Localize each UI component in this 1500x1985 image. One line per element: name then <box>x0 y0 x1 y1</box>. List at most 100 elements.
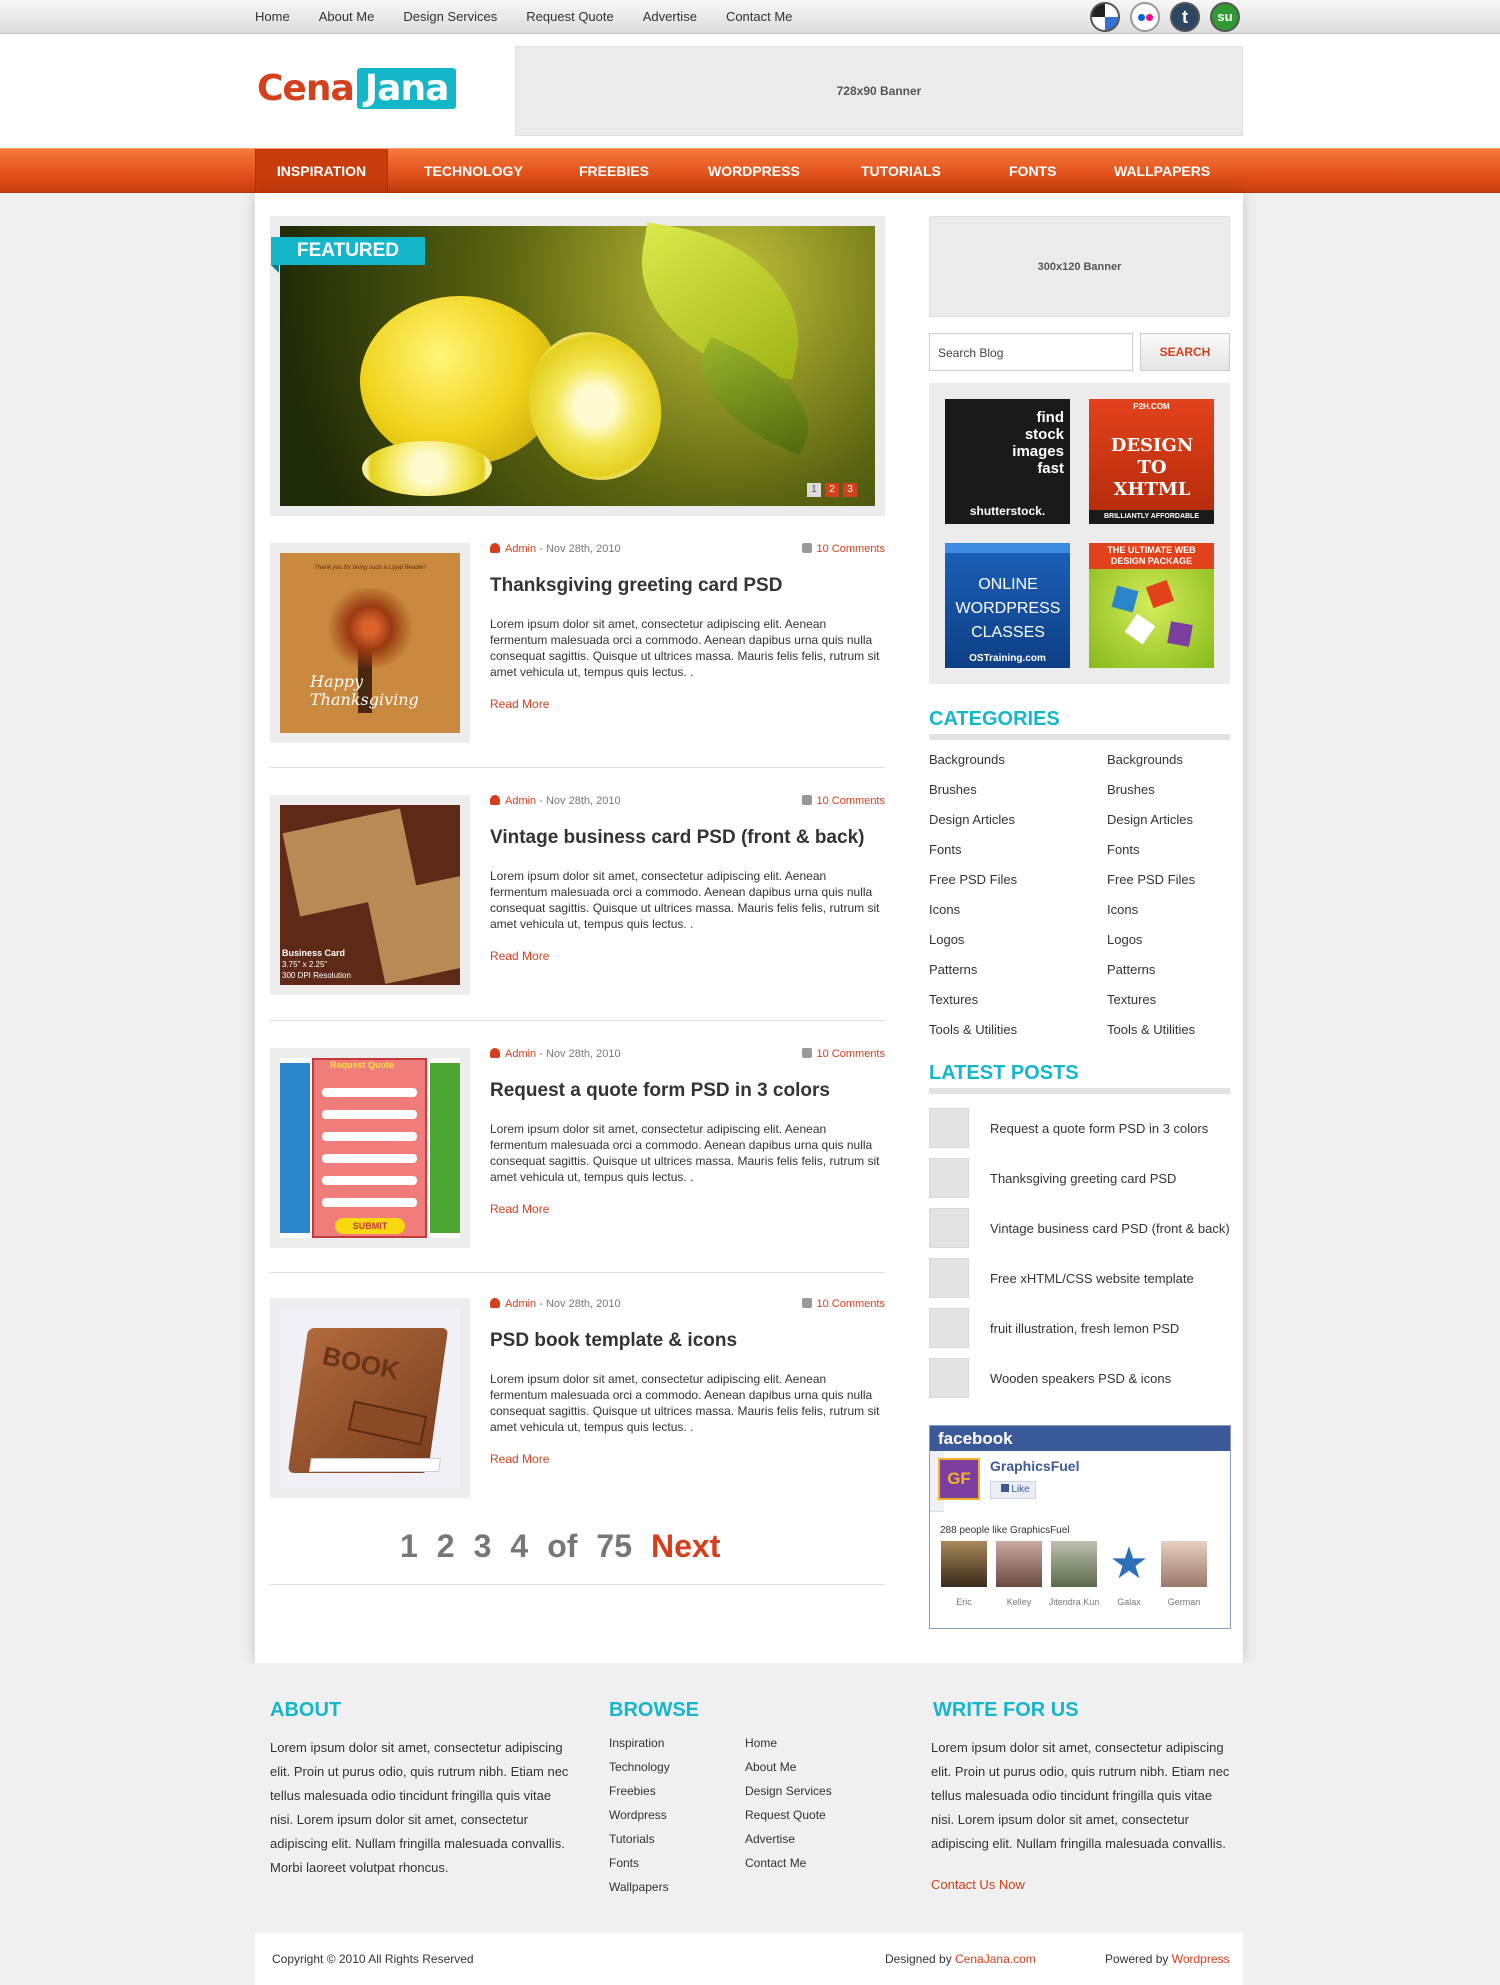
category-link[interactable]: Logos <box>929 932 964 947</box>
nav-wordpress[interactable]: WORDPRESS <box>708 149 800 193</box>
latest-post-item[interactable]: Request a quote form PSD in 3 colors <box>929 1108 1230 1148</box>
footer-browse-link[interactable]: Inspiration <box>609 1736 664 1750</box>
delicious-icon[interactable] <box>1090 2 1120 32</box>
read-more-link[interactable]: Read More <box>490 1202 549 1216</box>
category-link[interactable]: Backgrounds <box>1107 752 1183 767</box>
category-link[interactable]: Fonts <box>1107 842 1140 857</box>
category-link[interactable]: Textures <box>929 992 978 1007</box>
fan-avatar[interactable] <box>941 1541 987 1587</box>
post-author[interactable]: Admin <box>505 1048 536 1060</box>
contact-us-link[interactable]: Contact Us Now <box>931 1877 1025 1892</box>
flickr-icon[interactable] <box>1130 2 1160 32</box>
footer-page-link[interactable]: Home <box>745 1736 777 1750</box>
post-comments[interactable]: 10 Comments <box>801 1298 885 1310</box>
banner-300x120[interactable]: 300x120 Banner <box>929 216 1230 317</box>
category-link[interactable]: Free PSD Files <box>1107 872 1195 887</box>
ad-ostraining[interactable]: ONLINE WORDPRESS CLASSES OSTraining.com <box>945 543 1070 668</box>
nav-tutorials[interactable]: TUTORIALS <box>861 149 941 193</box>
next-page-link[interactable]: Next <box>651 1528 720 1565</box>
category-link[interactable]: Icons <box>1107 902 1138 917</box>
latest-post-title[interactable]: Request a quote form PSD in 3 colors <box>990 1121 1208 1136</box>
top-nav-about[interactable]: About Me <box>319 9 375 24</box>
read-more-link[interactable]: Read More <box>490 1452 549 1466</box>
page-1-link[interactable]: 1 <box>400 1528 418 1565</box>
latest-post-item[interactable]: Thanksgiving greeting card PSD <box>929 1158 1230 1198</box>
page-3-link[interactable]: 3 <box>474 1528 492 1565</box>
fan-name[interactable]: Eric <box>936 1597 992 1607</box>
category-link[interactable]: Brushes <box>1107 782 1155 797</box>
stumbleupon-icon[interactable]: su <box>1210 2 1240 32</box>
nav-technology[interactable]: TECHNOLOGY <box>424 149 523 193</box>
latest-post-title[interactable]: Thanksgiving greeting card PSD <box>990 1171 1176 1186</box>
post-title[interactable]: Request a quote form PSD in 3 colors <box>490 1080 885 1102</box>
footer-page-link[interactable]: Design Services <box>745 1784 832 1798</box>
slider-page-1[interactable]: 1 <box>807 483 821 497</box>
footer-browse-link[interactable]: Fonts <box>609 1856 639 1870</box>
banner-728x90[interactable]: 728x90 Banner <box>515 46 1243 136</box>
slider-page-2[interactable]: 2 <box>825 483 839 497</box>
read-more-link[interactable]: Read More <box>490 949 549 963</box>
nav-inspiration[interactable]: INSPIRATION <box>255 149 388 193</box>
top-nav-advertise[interactable]: Advertise <box>643 9 697 24</box>
ad-shutterstock[interactable]: find stock images fast shutterstock. <box>945 399 1070 524</box>
footer-browse-link[interactable]: Tutorials <box>609 1832 655 1846</box>
footer-browse-link[interactable]: Wallpapers <box>609 1880 669 1894</box>
designed-by-link[interactable]: CenaJana.com <box>955 1952 1036 1966</box>
latest-post-item[interactable]: Wooden speakers PSD & icons <box>929 1358 1230 1398</box>
latest-post-title[interactable]: fruit illustration, fresh lemon PSD <box>990 1321 1179 1336</box>
fan-name[interactable]: Galax <box>1101 1597 1157 1607</box>
category-link[interactable]: Design Articles <box>929 812 1015 827</box>
post-thumbnail[interactable]: Business Card 3.75" x 2.25" 300 DPI Reso… <box>270 795 470 995</box>
post-thumbnail[interactable]: Request Quote SUBMIT <box>270 1048 470 1248</box>
category-link[interactable]: Design Articles <box>1107 812 1193 827</box>
latest-post-item[interactable]: fruit illustration, fresh lemon PSD <box>929 1308 1230 1348</box>
post-thumbnail[interactable]: BOOK <box>270 1298 470 1498</box>
category-link[interactable]: Tools & Utilities <box>1107 1022 1195 1037</box>
powered-by-link[interactable]: Wordpress <box>1172 1952 1230 1966</box>
latest-post-title[interactable]: Vintage business card PSD (front & back) <box>990 1221 1230 1236</box>
search-button[interactable]: SEARCH <box>1140 333 1230 371</box>
page-2-link[interactable]: 2 <box>437 1528 455 1565</box>
category-link[interactable]: Patterns <box>1107 962 1155 977</box>
post-author[interactable]: Admin <box>505 795 536 807</box>
post-title[interactable]: Thanksgiving greeting card PSD <box>490 575 885 597</box>
fan-avatar[interactable] <box>1051 1541 1097 1587</box>
footer-page-link[interactable]: Contact Me <box>745 1856 806 1870</box>
site-logo[interactable]: Cena Jana <box>257 68 457 109</box>
footer-page-link[interactable]: Advertise <box>745 1832 795 1846</box>
fan-avatar[interactable] <box>1161 1541 1207 1587</box>
category-link[interactable]: Backgrounds <box>929 752 1005 767</box>
post-comments[interactable]: 10 Comments <box>801 1048 885 1060</box>
fan-name[interactable]: German <box>1156 1597 1212 1607</box>
nav-fonts[interactable]: FONTS <box>1009 149 1056 193</box>
latest-post-title[interactable]: Free xHTML/CSS website template <box>990 1271 1194 1286</box>
tumblr-icon[interactable]: t <box>1170 2 1200 32</box>
pager-total[interactable]: 75 <box>596 1528 632 1565</box>
post-author[interactable]: Admin <box>505 1298 536 1310</box>
ad-web-design-package[interactable]: THE ULTIMATE WEB DESIGN PACKAGE <box>1089 543 1214 668</box>
category-link[interactable]: Icons <box>929 902 960 917</box>
footer-browse-link[interactable]: Technology <box>609 1760 670 1774</box>
category-link[interactable]: Patterns <box>929 962 977 977</box>
fan-avatar[interactable]: ★ <box>1106 1541 1152 1587</box>
post-author[interactable]: Admin <box>505 543 536 555</box>
graphicsfuel-logo[interactable]: GF <box>938 1458 980 1500</box>
fan-avatar[interactable] <box>996 1541 1042 1587</box>
post-title[interactable]: PSD book template & icons <box>490 1330 885 1352</box>
fan-name[interactable]: Kelley <box>991 1597 1047 1607</box>
category-link[interactable]: Free PSD Files <box>929 872 1017 887</box>
nav-freebies[interactable]: FREEBIES <box>579 149 649 193</box>
top-nav-request-quote[interactable]: Request Quote <box>526 9 613 24</box>
nav-wallpapers[interactable]: WALLPAPERS <box>1114 149 1210 193</box>
category-link[interactable]: Fonts <box>929 842 962 857</box>
latest-post-item[interactable]: Vintage business card PSD (front & back) <box>929 1208 1230 1248</box>
facebook-like-button[interactable]: Like <box>990 1481 1036 1499</box>
latest-post-item[interactable]: Free xHTML/CSS website template <box>929 1258 1230 1298</box>
slider-page-3[interactable]: 3 <box>843 483 857 497</box>
top-nav-home[interactable]: Home <box>255 9 290 24</box>
category-link[interactable]: Brushes <box>929 782 977 797</box>
footer-browse-link[interactable]: Freebies <box>609 1784 656 1798</box>
footer-browse-link[interactable]: Wordpress <box>609 1808 667 1822</box>
top-nav-contact[interactable]: Contact Me <box>726 9 792 24</box>
top-nav-design-services[interactable]: Design Services <box>403 9 497 24</box>
